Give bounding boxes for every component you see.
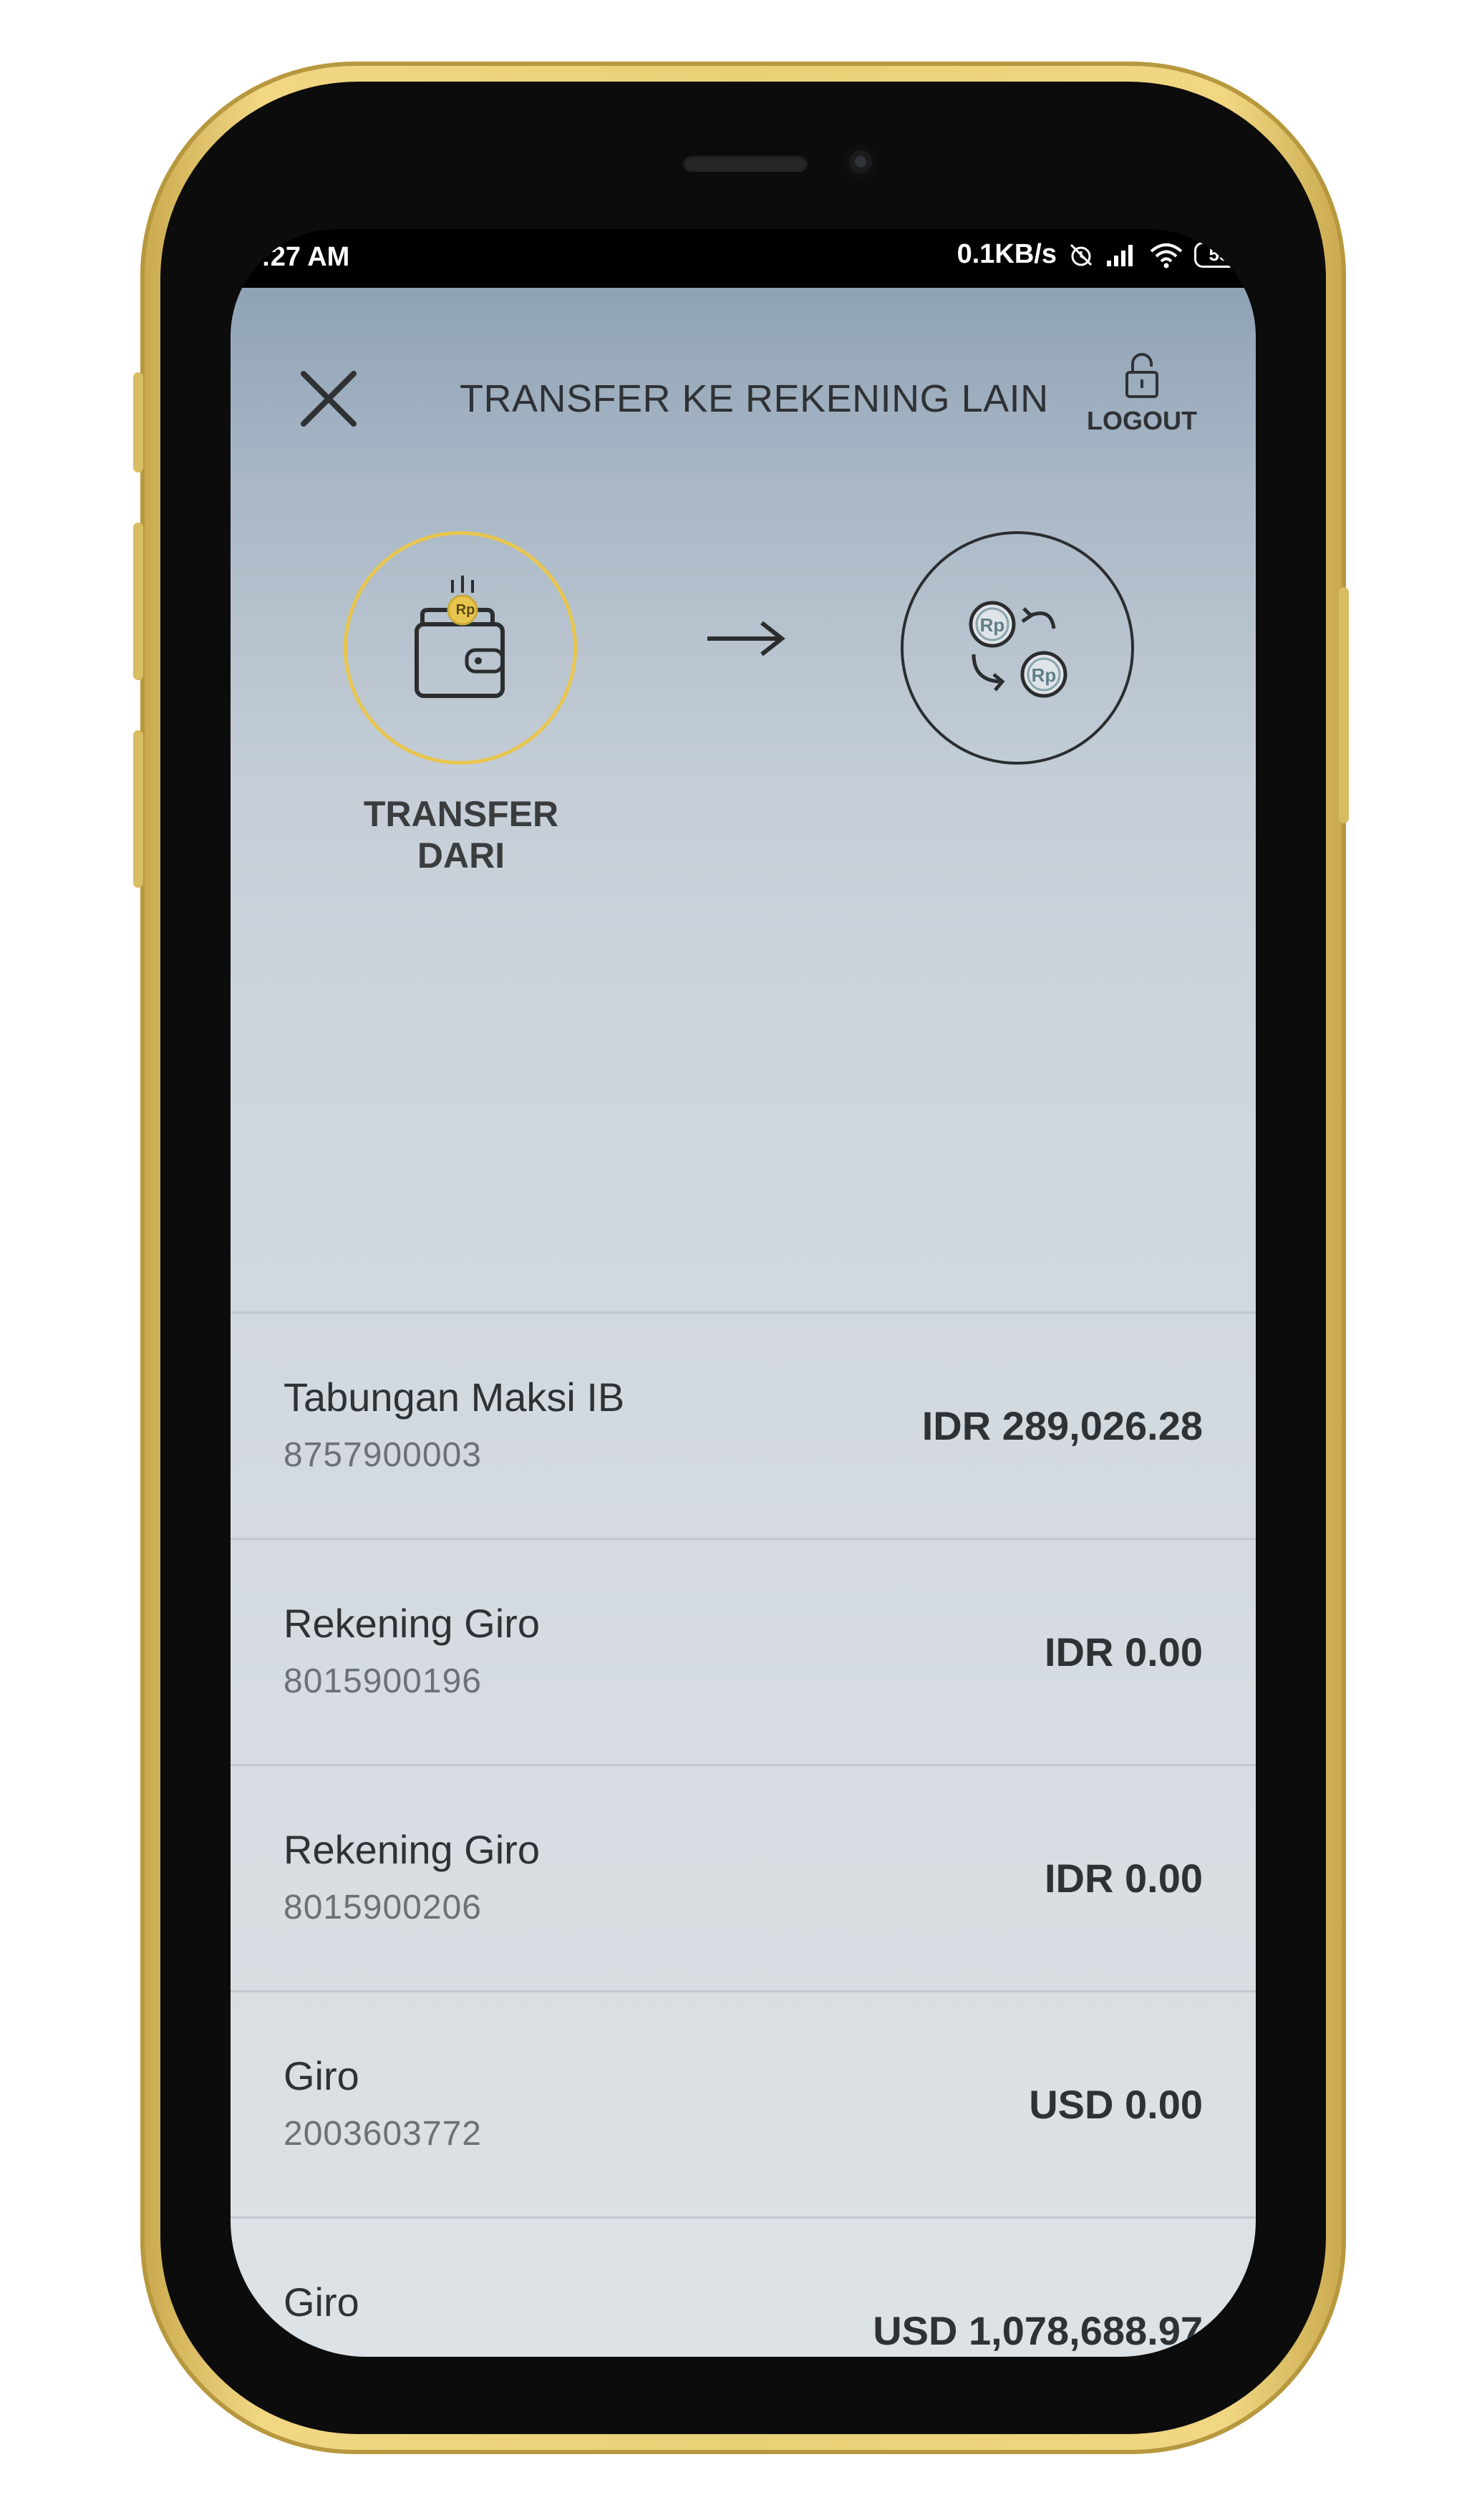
account-number: 8015900196 xyxy=(284,1662,482,1700)
wifi-icon xyxy=(1150,243,1183,268)
account-name: Rekening Giro xyxy=(284,1827,540,1872)
status-time: 9:27 AM xyxy=(246,242,350,272)
coin-symbol: Rp xyxy=(455,602,475,618)
alarm-off-icon xyxy=(1070,243,1093,266)
account-name: Giro xyxy=(284,2053,359,2098)
account-number: 8015900206 xyxy=(284,1889,482,1927)
volume-up-button xyxy=(133,372,143,472)
account-balance: USD 1,078,688.97 xyxy=(873,2308,1203,2353)
account-number: 8757900003 xyxy=(284,1436,482,1474)
coin-symbol-left: Rp xyxy=(979,614,1005,636)
account-row[interactable]: Rekening Giro 8015900206 IDR 0.00 xyxy=(231,1764,1256,1990)
logout-button[interactable]: LOGOUT xyxy=(1081,351,1203,436)
status-bar: 9:27 AM 0.1KB/s 55 xyxy=(231,229,1256,288)
account-name: Giro xyxy=(284,2279,359,2325)
step-transfer-to[interactable]: Rp Rp xyxy=(901,531,1134,765)
network-speed: 0.1KB/s xyxy=(956,239,1057,269)
account-balance: IDR 0.00 xyxy=(1045,1856,1203,1901)
unlock-icon xyxy=(1125,353,1158,398)
account-balance: IDR 289,026.28 xyxy=(921,1403,1203,1448)
logout-label: LOGOUT xyxy=(1087,406,1197,435)
account-name: Tabungan Maksi IB xyxy=(284,1375,625,1420)
account-list: Tabungan Maksi IB 8757900003 IDR 289,026… xyxy=(231,1312,1256,2357)
account-row[interactable]: Tabungan Maksi IB 8757900003 IDR 289,026… xyxy=(231,1312,1256,1538)
step-from-label: TRANSFER DARI xyxy=(363,794,559,876)
mute-switch xyxy=(133,730,143,888)
account-row[interactable]: Rekening Giro 8015900196 IDR 0.00 xyxy=(231,1538,1256,1764)
app-content: TRANSFER KE REKENING LAIN LOGOUT Rp TRAN… xyxy=(231,288,1256,2357)
account-name: Rekening Giro xyxy=(284,1601,540,1646)
account-number: 2003603772 xyxy=(284,2115,482,2153)
step-transfer-from[interactable]: Rp xyxy=(344,531,577,765)
account-row[interactable]: Giro USD 1,078,688.97 xyxy=(231,2216,1256,2357)
status-icons: 0.1KB/s 55 xyxy=(957,239,1244,270)
earpiece-speaker xyxy=(682,153,808,172)
page-title: TRANSFER KE REKENING LAIN xyxy=(460,377,1049,420)
wallet-icon xyxy=(415,576,505,698)
account-row[interactable]: Giro 2003603772 USD 0.00 xyxy=(231,1990,1256,2216)
front-camera xyxy=(843,145,878,179)
account-balance: IDR 0.00 xyxy=(1045,1629,1203,1675)
volume-down-button xyxy=(133,523,143,680)
coin-symbol-right: Rp xyxy=(1031,664,1057,686)
close-icon[interactable] xyxy=(296,367,361,431)
account-balance: USD 0.00 xyxy=(1029,2082,1203,2127)
phone-screen: 9:27 AM 0.1KB/s 55 TRANSFER KE REKENING … xyxy=(231,229,1256,2357)
arrow-right-icon xyxy=(707,621,785,656)
power-button xyxy=(1339,587,1349,823)
currency-exchange-icon xyxy=(969,601,1067,698)
battery-indicator: 55 xyxy=(1194,241,1244,268)
signal-icon xyxy=(1107,244,1133,266)
